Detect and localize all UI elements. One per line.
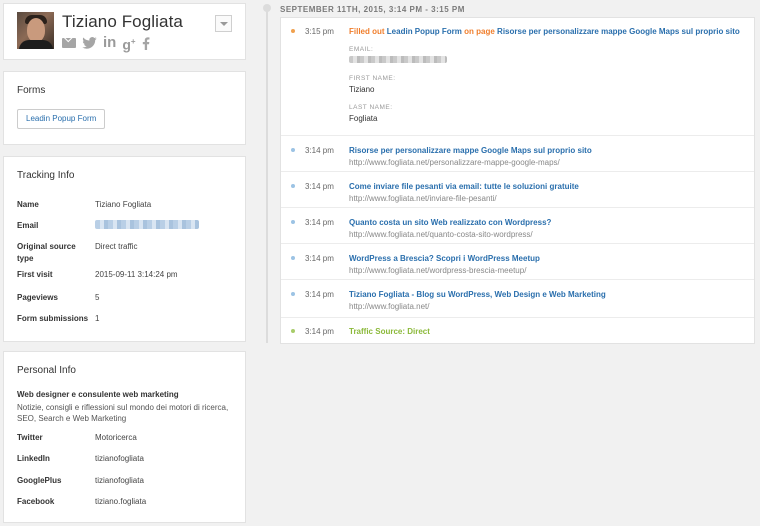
pageview-event: 3:14 pm Come inviare file pesanti via em… — [281, 172, 754, 208]
pageview-event: 3:14 pm Risorse per personalizzare mappe… — [281, 136, 754, 172]
event-prefix: Filled out — [349, 27, 385, 36]
event-page-link[interactable]: WordPress a Brescia? Scopri i WordPress … — [349, 254, 540, 263]
blurred-email — [95, 220, 199, 229]
leadin-popup-form-button[interactable]: Leadin Popup Form — [17, 109, 106, 129]
twitter-icon[interactable] — [82, 37, 97, 50]
event-time: 3:14 pm — [305, 182, 334, 191]
event-url: http://www.fogliata.net/quanto-costa-sit… — [349, 230, 533, 239]
facebook-link[interactable]: tiziano.fogliata — [95, 496, 235, 508]
blurred-email — [349, 56, 447, 63]
field-value-email — [349, 56, 740, 65]
event-time: 3:14 pm — [305, 327, 334, 336]
form-submission-event: 3:15 pm Filled out Leadin Popup Form on … — [281, 18, 754, 136]
avatar — [17, 12, 54, 49]
bio-title: Web designer e consulente web marketing — [17, 390, 179, 399]
forms-title: Forms — [17, 85, 46, 96]
actions-dropdown-button[interactable] — [215, 15, 232, 32]
event-time: 3:14 pm — [305, 218, 334, 227]
event-url: http://www.fogliata.net/inviare-file-pes… — [349, 194, 497, 203]
event-page-link[interactable]: Tiziano Fogliata - Blog su WordPress, We… — [349, 290, 606, 299]
event-time: 3:15 pm — [305, 27, 334, 36]
facebook-icon[interactable] — [142, 37, 150, 50]
event-bullet — [291, 329, 295, 333]
event-bullet — [291, 292, 295, 296]
linkedin-icon[interactable]: in — [103, 35, 116, 50]
personal-info-title: Personal Info — [17, 365, 76, 376]
traffic-source-event: 3:14 pm Traffic Source: Direct — [281, 318, 754, 344]
timeline-line — [266, 8, 268, 343]
pageview-event: 3:14 pm Tiziano Fogliata - Blog su WordP… — [281, 280, 754, 318]
event-page-link[interactable]: Come inviare file pesanti via email: tut… — [349, 182, 579, 191]
event-time: 3:14 pm — [305, 146, 334, 155]
tracking-info-title: Tracking Info — [17, 170, 75, 181]
personal-info-card: Personal Info Web designer e consulente … — [3, 351, 246, 523]
event-page-link[interactable]: Risorse per personalizzare mappe Google … — [349, 146, 592, 155]
twitter-link[interactable]: Motoricerca — [95, 432, 235, 444]
event-form-link[interactable]: Leadin Popup Form — [387, 27, 462, 36]
field-label-email: EMAIL: — [349, 46, 374, 53]
forms-card: Forms Leadin Popup Form — [3, 71, 246, 145]
timeline-events: 3:15 pm Filled out Leadin Popup Form on … — [280, 17, 755, 344]
timeline-date-header: SEPTEMBER 11TH, 2015, 3:14 PM - 3:15 PM — [280, 5, 465, 14]
pageview-event: 3:14 pm WordPress a Brescia? Scopri i Wo… — [281, 244, 754, 280]
event-page-link[interactable]: Quanto costa un sito Web realizzato con … — [349, 218, 551, 227]
contact-name: Tiziano Fogliata — [62, 12, 183, 31]
googleplus-icon[interactable]: g+ — [122, 35, 135, 52]
event-bullet — [291, 256, 295, 260]
event-bullet — [291, 184, 295, 188]
event-url: http://www.fogliata.net/ — [349, 302, 430, 311]
field-label-first-name: FIRST NAME: — [349, 75, 396, 82]
event-page-link[interactable]: Risorse per personalizzare mappe Google … — [497, 27, 740, 36]
traffic-source-label: Traffic Source: Direct — [349, 327, 430, 336]
field-value-first-name: Tiziano — [349, 85, 375, 94]
event-url: http://www.fogliata.net/wordpress-bresci… — [349, 266, 527, 275]
event-mid: on page — [464, 27, 495, 36]
contact-profile-card: Tiziano Fogliata in g+ — [3, 3, 246, 60]
social-links: in g+ — [62, 35, 150, 52]
pageview-event: 3:14 pm Quanto costa un sito Web realizz… — [281, 208, 754, 244]
event-url: http://www.fogliata.net/personalizzare-m… — [349, 158, 560, 167]
event-time: 3:14 pm — [305, 254, 334, 263]
event-bullet — [291, 29, 295, 33]
field-value-last-name: Fogliata — [349, 114, 378, 123]
field-label-last-name: LAST NAME: — [349, 104, 393, 111]
bio-text: Notizie, consigli e riflessioni sul mond… — [17, 403, 229, 423]
googleplus-link[interactable]: tizianofogliata — [95, 475, 235, 487]
event-bullet — [291, 220, 295, 224]
mail-icon[interactable] — [62, 38, 76, 49]
tracking-info-card: Tracking Info Name Tiziano Fogliata Emai… — [3, 156, 246, 342]
linkedin-link[interactable]: tizianofogliata — [95, 453, 235, 465]
timeline-start-dot — [263, 4, 271, 12]
event-bullet — [291, 148, 295, 152]
event-time: 3:14 pm — [305, 290, 334, 299]
